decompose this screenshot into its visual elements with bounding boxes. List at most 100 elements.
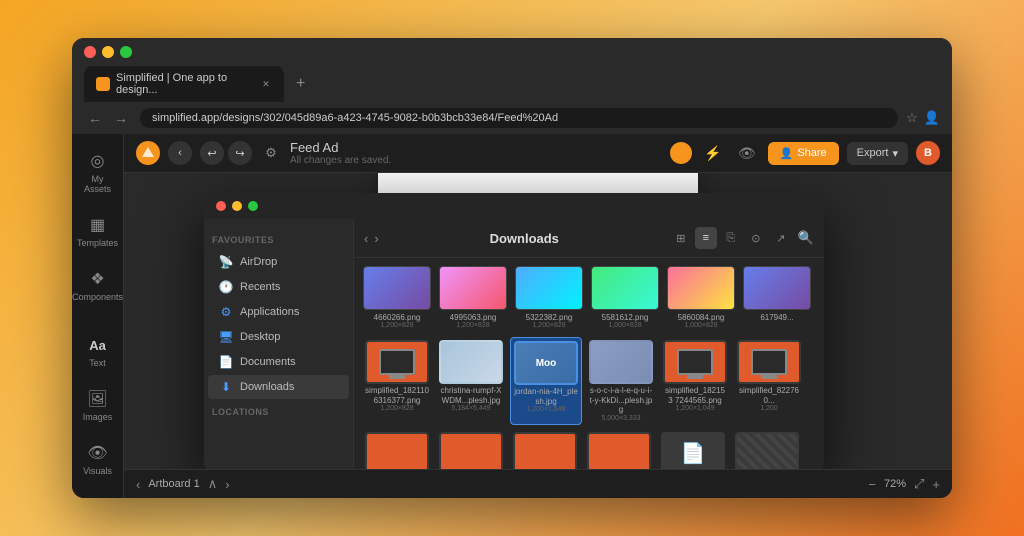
- list-item[interactable]: 4660266.png 1,200×828: [362, 266, 432, 329]
- fp-minimize-button[interactable]: [232, 201, 242, 211]
- file-size: 1,200×828: [456, 322, 489, 329]
- fp-grid: simplified_182110 6316377.png 1,200×828 …: [362, 337, 816, 425]
- browser-tab[interactable]: Simplified | One app to design... ✕: [84, 66, 284, 102]
- zoom-in-button[interactable]: +: [932, 477, 940, 492]
- fp-close-button[interactable]: [216, 201, 226, 211]
- list-item[interactable]: [362, 429, 432, 469]
- fp-forward-button[interactable]: ›: [374, 231, 378, 246]
- sidebar-item-label: Components: [72, 292, 123, 302]
- forward-button[interactable]: →: [110, 108, 132, 128]
- list-item[interactable]: simplified_182153 7244565.png 1,200×1,04…: [660, 337, 730, 425]
- file-thumbnail: [365, 432, 429, 469]
- fp-applications[interactable]: ⚙ Applications: [208, 300, 349, 324]
- fp-search-button[interactable]: 🔍: [798, 230, 814, 246]
- prev-artboard-button[interactable]: ‹: [136, 477, 140, 492]
- artboard-nav: ‹ Artboard 1 ∧ ›: [136, 476, 230, 492]
- redo-button[interactable]: ↪: [228, 141, 252, 165]
- fp-list-view-button[interactable]: ≡: [695, 227, 717, 249]
- share-button[interactable]: 👤 Share: [768, 142, 839, 165]
- zoom-out-button[interactable]: −: [868, 477, 876, 492]
- sidebar-item-templates[interactable]: ▦ Templates: [76, 206, 120, 256]
- file-size: 1,200×1,049: [675, 405, 714, 412]
- sidebar-item-my-assets[interactable]: ◎ My Assets: [76, 142, 120, 202]
- list-item[interactable]: simplified_822760... 1,200: [734, 337, 804, 425]
- fullscreen-button[interactable]: ⤢: [914, 476, 924, 492]
- maximize-button[interactable]: [120, 46, 132, 58]
- fp-documents[interactable]: 📄 Documents: [208, 350, 349, 374]
- list-item[interactable]: Moo jordan-nia-4H_plesh.jpg 1,200×1,649: [510, 337, 582, 425]
- save-status: All changes are saved.: [290, 155, 391, 166]
- list-item[interactable]: [436, 429, 506, 469]
- fp-grid-view-button[interactable]: ⊞: [670, 227, 692, 249]
- file-size: 1,000×828: [684, 322, 717, 329]
- list-item[interactable]: [584, 429, 654, 469]
- thumbnail-image: [665, 342, 725, 382]
- export-button[interactable]: Export ▾: [847, 142, 908, 165]
- undo-button[interactable]: ↩: [200, 141, 224, 165]
- up-artboard-button[interactable]: ∧: [208, 476, 218, 492]
- bookmark-icon[interactable]: ☆: [906, 110, 918, 126]
- list-item[interactable]: 5860084.png 1,000×828: [666, 266, 736, 329]
- fp-view-buttons: ⊞ ≡ ⎘ ⊙ ↗: [670, 227, 792, 249]
- settings-button[interactable]: ⚙: [260, 142, 282, 164]
- app-toolbar: ‹ ↩ ↪ ⚙ Feed Ad All changes are saved. ⚡…: [124, 134, 952, 173]
- share-icon: 👤: [780, 147, 794, 160]
- user-avatar[interactable]: B: [916, 141, 940, 165]
- list-item[interactable]: [510, 429, 580, 469]
- lightning-icon[interactable]: ⚡: [700, 143, 725, 164]
- user-icon[interactable]: 👤: [924, 110, 940, 126]
- list-item[interactable]: 617949...: [742, 266, 812, 329]
- file-size: 1,200×828: [532, 322, 565, 329]
- minimize-button[interactable]: [102, 46, 114, 58]
- back-button[interactable]: ←: [84, 108, 106, 128]
- list-item[interactable]: 4995063.png 1,200×828: [438, 266, 508, 329]
- fp-maximize-button[interactable]: [248, 201, 258, 211]
- sidebar-item-text[interactable]: Aa Text: [76, 326, 120, 376]
- preview-icon[interactable]: 👁: [734, 143, 760, 164]
- list-item[interactable]: christina-rumpf-XWDM...plesh.jpg 5,184×5…: [436, 337, 506, 425]
- zoom-level: 72%: [884, 478, 906, 490]
- fp-share-button[interactable]: ↗: [770, 227, 792, 249]
- new-tab-button[interactable]: +: [290, 73, 311, 95]
- file-thumbnail: [667, 266, 735, 310]
- file-thumbnail: [439, 266, 507, 310]
- fp-back-button[interactable]: ‹: [364, 231, 368, 246]
- list-item[interactable]: [732, 429, 802, 469]
- traffic-lights: [84, 46, 940, 58]
- fp-action-button[interactable]: ⊙: [745, 227, 767, 249]
- fp-downloads[interactable]: ⬇ Downloads: [208, 375, 349, 399]
- sidebar-play-button[interactable]: ▶: [76, 492, 120, 498]
- thumbnail-image: [441, 434, 501, 469]
- fp-airdrop[interactable]: 📡 AirDrop: [208, 250, 349, 274]
- file-picker-main: ‹ › Downloads ⊞ ≡ ⎘ ⊙ ↗ 🔍: [354, 219, 824, 469]
- list-item[interactable]: 5581612.png 1,000×828: [590, 266, 660, 329]
- fp-desktop[interactable]: 🖥 Desktop: [208, 325, 349, 349]
- list-item[interactable]: 5322382.png 1,200×828: [514, 266, 584, 329]
- fp-recents[interactable]: 🕐 Recents: [208, 275, 349, 299]
- file-thumbnail: [439, 432, 503, 469]
- sidebar-item-images[interactable]: 🖼 Images: [76, 380, 120, 430]
- fp-copy-button[interactable]: ⎘: [720, 227, 742, 249]
- address-bar: ← → ☆ 👤: [72, 102, 952, 134]
- file-picker-sidebar: Favourites 📡 AirDrop 🕐 Recents ⚙: [204, 219, 354, 469]
- file-name: simplified_182110 6316377.png: [365, 386, 429, 405]
- file-name: 5322382.png: [526, 313, 573, 322]
- file-name: simplified_182153 7244565.png: [663, 386, 727, 405]
- list-item[interactable]: s-o-c-i-a-l-e-q-u-i-t-y-KkDi...plesh.jpg…: [586, 337, 656, 425]
- desktop-icon: 🖥: [218, 330, 234, 344]
- canvas-area[interactable]: Favourites 📡 AirDrop 🕐 Recents ⚙: [124, 173, 952, 469]
- list-item[interactable]: simplified_182110 6316377.png 1,200×828: [362, 337, 432, 425]
- back-to-home-button[interactable]: ‹: [168, 141, 192, 165]
- sidebar-item-components[interactable]: ❖ Components: [76, 260, 120, 310]
- next-artboard-button[interactable]: ›: [225, 477, 229, 492]
- file-thumbnail: [439, 340, 503, 384]
- thumbnail-image: [589, 434, 649, 469]
- recents-icon: 🕐: [218, 280, 234, 294]
- tab-close-button[interactable]: ✕: [260, 77, 272, 91]
- sidebar-item-visuals[interactable]: 👁 Visuals: [76, 434, 120, 484]
- list-item[interactable]: 📄: [658, 429, 728, 469]
- address-input[interactable]: [140, 108, 898, 128]
- close-button[interactable]: [84, 46, 96, 58]
- file-thumbnail: [513, 432, 577, 469]
- monitor-graphic: [379, 349, 415, 375]
